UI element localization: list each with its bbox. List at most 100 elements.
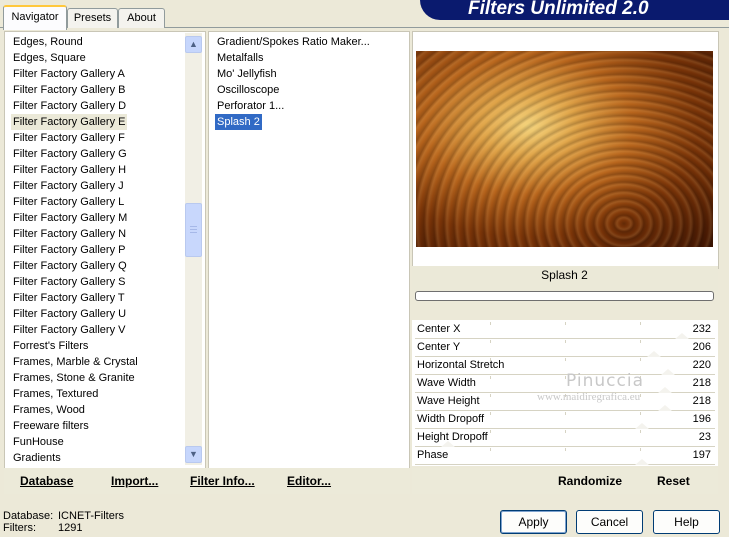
slider-label: Horizontal Stretch (417, 359, 505, 371)
watermark-name: Pinuccia (566, 371, 644, 391)
category-item[interactable]: Filter Factory Gallery G (13, 146, 127, 162)
slider-tick (640, 412, 641, 415)
parameter-slider[interactable]: Phase 197 (415, 448, 715, 465)
filter-item[interactable]: Splash 2 (215, 114, 262, 130)
chevron-up-icon: ▲ (189, 39, 198, 49)
slider-tick (565, 340, 566, 343)
slider-tick (640, 394, 641, 397)
slider-track[interactable] (415, 340, 715, 357)
database-button[interactable]: Database (20, 474, 73, 488)
apply-button[interactable]: Apply (500, 510, 567, 534)
filter-item[interactable]: Metalfalls (215, 50, 265, 66)
parameter-slider[interactable]: Height Dropoff 23 (415, 430, 715, 447)
app-title: Filters Unlimited 2.0 (468, 0, 649, 19)
slider-tick (490, 412, 491, 415)
filter-item[interactable]: Mo' Jellyfish (215, 66, 279, 82)
slider-track[interactable] (415, 322, 715, 339)
category-item[interactable]: Filter Factory Gallery L (13, 194, 124, 210)
category-item[interactable]: Filter Factory Gallery A (13, 66, 125, 82)
parameter-slider[interactable]: Center X 232 (415, 322, 715, 339)
slider-track[interactable] (415, 430, 715, 447)
slider-tick (640, 322, 641, 325)
slider-thumb[interactable] (658, 405, 672, 411)
parameter-slider[interactable]: Width Dropoff 196 (415, 412, 715, 429)
category-item[interactable]: Freeware filters (13, 418, 89, 434)
category-item[interactable]: Frames, Textured (13, 386, 98, 402)
category-item[interactable]: Edges, Round (13, 34, 83, 50)
slider-track[interactable] (415, 412, 715, 429)
category-item[interactable]: Filter Factory Gallery M (13, 210, 127, 226)
category-item[interactable]: Gradients (13, 450, 61, 466)
slider-label: Center Y (417, 341, 461, 353)
category-item[interactable]: Filter Factory Gallery D (13, 98, 126, 114)
reset-button[interactable]: Reset (657, 474, 690, 488)
category-item[interactable]: Filter Factory Gallery J (13, 178, 124, 194)
category-item[interactable]: Filter Factory Gallery B (13, 82, 125, 98)
category-item[interactable]: Filter Factory Gallery T (13, 290, 125, 306)
cancel-button[interactable]: Cancel (576, 510, 643, 534)
slider-tick (640, 430, 641, 433)
help-button[interactable]: Help (653, 510, 720, 534)
slider-label: Height Dropoff (417, 431, 488, 443)
slider-value: 196 (692, 413, 711, 425)
category-item[interactable]: Frames, Marble & Crystal (13, 354, 138, 370)
slider-label: Phase (417, 449, 449, 461)
slider-tick (565, 322, 566, 325)
slider-thumb[interactable] (635, 423, 649, 429)
category-item[interactable]: Filter Factory Gallery V (13, 322, 125, 338)
scroll-down-button[interactable]: ▼ (185, 446, 202, 463)
filter-item[interactable]: Perforator 1... (215, 98, 286, 114)
slider-tick (565, 412, 566, 415)
slider-tick (490, 394, 491, 397)
category-list[interactable]: Edges, Round Edges, Square Filter Factory … (4, 31, 206, 469)
category-item[interactable]: Filter Factory Gallery N (13, 226, 126, 242)
scroll-thumb[interactable] (185, 203, 202, 257)
slider-label: Wave Height (417, 395, 480, 407)
slider-track[interactable] (415, 448, 715, 465)
parameter-slider[interactable]: Horizontal Stretch 220 (415, 358, 715, 375)
category-item[interactable]: Frames, Wood (13, 402, 85, 418)
slider-tick (490, 430, 491, 433)
slider-value: 220 (692, 359, 711, 371)
slider-thumb[interactable] (675, 333, 689, 339)
slider-tick (490, 448, 491, 451)
editor-button[interactable]: Editor... (287, 474, 331, 488)
slider-tick (490, 322, 491, 325)
filter-info-button[interactable]: Filter Info... (190, 474, 255, 488)
category-item[interactable]: Filter Factory Gallery F (13, 130, 125, 146)
slider-value: 23 (698, 431, 711, 443)
category-item[interactable]: Frames, Stone & Granite (13, 370, 135, 386)
slider-value: 206 (692, 341, 711, 353)
grip-line (190, 226, 197, 227)
slider-label: Wave Width (417, 377, 476, 389)
category-item[interactable]: FunHouse (13, 434, 64, 450)
category-item[interactable]: Filter Factory Gallery U (13, 306, 126, 322)
chevron-down-icon: ▼ (189, 449, 198, 459)
slider-thumb[interactable] (647, 351, 661, 357)
category-item[interactable]: Filter Factory Gallery H (13, 162, 126, 178)
category-item[interactable]: Filter Factory Gallery E (11, 114, 128, 130)
grip-line (190, 232, 197, 233)
filter-item[interactable]: Oscilloscope (215, 82, 281, 98)
tab-navigator[interactable]: Navigator (3, 5, 67, 30)
category-scrollbar[interactable]: ▲ ▼ (185, 33, 202, 465)
category-item[interactable]: Filter Factory Gallery P (13, 242, 125, 258)
import-button[interactable]: Import... (111, 474, 158, 488)
tab-presets[interactable]: Presets (67, 8, 118, 28)
slider-thumb[interactable] (661, 369, 675, 375)
filter-item[interactable]: Gradient/Spokes Ratio Maker... (215, 34, 372, 50)
progress-bar (415, 291, 714, 301)
category-item[interactable]: Filter Factory Gallery Q (13, 258, 127, 274)
category-item[interactable]: Edges, Square (13, 50, 86, 66)
scroll-up-button[interactable]: ▲ (185, 36, 202, 53)
slider-thumb[interactable] (658, 387, 672, 393)
category-item[interactable]: Forrest's Filters (13, 338, 88, 354)
slider-thumb[interactable] (635, 459, 649, 465)
tab-about[interactable]: About (118, 8, 165, 28)
parameter-slider[interactable]: Center Y 206 (415, 340, 715, 357)
category-item[interactable]: Filter Factory Gallery S (13, 274, 125, 290)
slider-value: 232 (692, 323, 711, 335)
slider-label: Width Dropoff (417, 413, 485, 425)
randomize-button[interactable]: Randomize (558, 474, 622, 488)
filter-list[interactable]: Gradient/Spokes Ratio Maker... Metalfalls… (208, 31, 410, 469)
